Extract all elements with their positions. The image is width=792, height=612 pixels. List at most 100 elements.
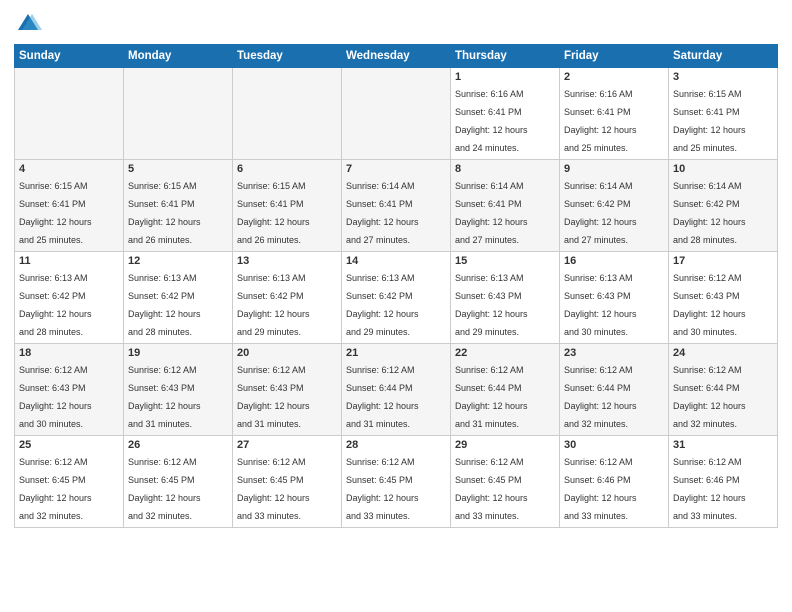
- calendar-cell: 29 Sunrise: 6:12 AM Sunset: 6:45 PM Dayli…: [451, 436, 560, 528]
- day-info: Sunrise: 6:12 AM Sunset: 6:43 PM Dayligh…: [19, 365, 92, 429]
- day-number: 25: [19, 439, 119, 451]
- day-number: 12: [128, 255, 228, 267]
- calendar-week-2: 4 Sunrise: 6:15 AM Sunset: 6:41 PM Daylig…: [15, 160, 778, 252]
- day-info: Sunrise: 6:14 AM Sunset: 6:42 PM Dayligh…: [564, 181, 637, 245]
- day-number: 2: [564, 71, 664, 83]
- day-number: 29: [455, 439, 555, 451]
- day-number: 20: [237, 347, 337, 359]
- day-info: Sunrise: 6:15 AM Sunset: 6:41 PM Dayligh…: [128, 181, 201, 245]
- calendar-cell: 30 Sunrise: 6:12 AM Sunset: 6:46 PM Dayli…: [560, 436, 669, 528]
- day-info: Sunrise: 6:12 AM Sunset: 6:43 PM Dayligh…: [673, 273, 746, 337]
- calendar-cell: 28Sunrise: 6:12 AM Sunset: 6:45 PM Dayli…: [342, 436, 451, 528]
- weekday-header-monday: Monday: [124, 45, 233, 68]
- header: [14, 10, 778, 38]
- day-number: 24: [673, 347, 773, 359]
- calendar-cell: 10Sunrise: 6:14 AM Sunset: 6:42 PM Dayli…: [669, 160, 778, 252]
- day-info: Sunrise: 6:12 AM Sunset: 6:45 PM Dayligh…: [455, 457, 528, 521]
- day-info: Sunrise: 6:15 AM Sunset: 6:41 PM Dayligh…: [673, 89, 746, 153]
- logo: [14, 10, 46, 38]
- day-info: Sunrise: 6:12 AM Sunset: 6:46 PM Dayligh…: [673, 457, 746, 521]
- calendar-cell: 17 Sunrise: 6:12 AM Sunset: 6:43 PM Dayli…: [669, 252, 778, 344]
- calendar-cell: 6 Sunrise: 6:15 AM Sunset: 6:41 PM Daylig…: [233, 160, 342, 252]
- calendar-cell: 23 Sunrise: 6:12 AM Sunset: 6:44 PM Dayli…: [560, 344, 669, 436]
- day-number: 7: [346, 163, 446, 175]
- day-number: 30: [564, 439, 664, 451]
- calendar-cell: 13 Sunrise: 6:13 AM Sunset: 6:42 PM Dayli…: [233, 252, 342, 344]
- calendar-cell: 19 Sunrise: 6:12 AM Sunset: 6:43 PM Dayli…: [124, 344, 233, 436]
- calendar-cell: 7 Sunrise: 6:14 AM Sunset: 6:41 PM Daylig…: [342, 160, 451, 252]
- day-info: Sunrise: 6:15 AM Sunset: 6:41 PM Dayligh…: [19, 181, 92, 245]
- day-info: Sunrise: 6:13 AM Sunset: 6:42 PM Dayligh…: [237, 273, 310, 337]
- day-number: 4: [19, 163, 119, 175]
- day-number: 5: [128, 163, 228, 175]
- day-number: 3: [673, 71, 773, 83]
- day-info: Sunrise: 6:13 AM Sunset: 6:43 PM Dayligh…: [455, 273, 528, 337]
- day-info: Sunrise: 6:13 AM Sunset: 6:42 PM Dayligh…: [19, 273, 92, 337]
- calendar-cell: 9 Sunrise: 6:14 AM Sunset: 6:42 PM Daylig…: [560, 160, 669, 252]
- logo-icon: [14, 10, 42, 38]
- day-info: Sunrise: 6:12 AM Sunset: 6:45 PM Dayligh…: [128, 457, 201, 521]
- day-info: Sunrise: 6:12 AM Sunset: 6:44 PM Dayligh…: [564, 365, 637, 429]
- day-number: 15: [455, 255, 555, 267]
- calendar-week-3: 11Sunrise: 6:13 AM Sunset: 6:42 PM Dayli…: [15, 252, 778, 344]
- weekday-header-sunday: Sunday: [15, 45, 124, 68]
- calendar-cell: 1Sunrise: 6:16 AM Sunset: 6:41 PM Daylig…: [451, 68, 560, 160]
- calendar-cell: 5 Sunrise: 6:15 AM Sunset: 6:41 PM Daylig…: [124, 160, 233, 252]
- calendar-cell: 20 Sunrise: 6:12 AM Sunset: 6:43 PM Dayli…: [233, 344, 342, 436]
- calendar-cell: 14 Sunrise: 6:13 AM Sunset: 6:42 PM Dayli…: [342, 252, 451, 344]
- day-info: Sunrise: 6:12 AM Sunset: 6:43 PM Dayligh…: [128, 365, 201, 429]
- calendar-cell: 15 Sunrise: 6:13 AM Sunset: 6:43 PM Dayli…: [451, 252, 560, 344]
- day-info: Sunrise: 6:15 AM Sunset: 6:41 PM Dayligh…: [237, 181, 310, 245]
- day-number: 31: [673, 439, 773, 451]
- day-number: 16: [564, 255, 664, 267]
- calendar-cell: 12Sunrise: 6:13 AM Sunset: 6:42 PM Dayli…: [124, 252, 233, 344]
- calendar-cell: 3 Sunrise: 6:15 AM Sunset: 6:41 PM Daylig…: [669, 68, 778, 160]
- day-info: Sunrise: 6:14 AM Sunset: 6:41 PM Dayligh…: [346, 181, 419, 245]
- calendar-cell: 8 Sunrise: 6:14 AM Sunset: 6:41 PM Daylig…: [451, 160, 560, 252]
- calendar-week-5: 25 Sunrise: 6:12 AM Sunset: 6:45 PM Dayli…: [15, 436, 778, 528]
- day-info: Sunrise: 6:13 AM Sunset: 6:43 PM Dayligh…: [564, 273, 637, 337]
- calendar-cell: [233, 68, 342, 160]
- day-info: Sunrise: 6:13 AM Sunset: 6:42 PM Dayligh…: [346, 273, 419, 337]
- day-number: 13: [237, 255, 337, 267]
- day-number: 18: [19, 347, 119, 359]
- calendar-cell: 11Sunrise: 6:13 AM Sunset: 6:42 PM Dayli…: [15, 252, 124, 344]
- calendar-cell: [342, 68, 451, 160]
- calendar-cell: 22 Sunrise: 6:12 AM Sunset: 6:44 PM Dayli…: [451, 344, 560, 436]
- calendar-cell: 4 Sunrise: 6:15 AM Sunset: 6:41 PM Daylig…: [15, 160, 124, 252]
- calendar-cell: [124, 68, 233, 160]
- weekday-header-wednesday: Wednesday: [342, 45, 451, 68]
- day-info: Sunrise: 6:12 AM Sunset: 6:44 PM Dayligh…: [346, 365, 419, 429]
- calendar-week-4: 18 Sunrise: 6:12 AM Sunset: 6:43 PM Dayli…: [15, 344, 778, 436]
- weekday-header-saturday: Saturday: [669, 45, 778, 68]
- day-number: 14: [346, 255, 446, 267]
- day-info: Sunrise: 6:12 AM Sunset: 6:45 PM Dayligh…: [19, 457, 92, 521]
- day-info: Sunrise: 6:16 AM Sunset: 6:41 PM Dayligh…: [564, 89, 637, 153]
- day-number: 9: [564, 163, 664, 175]
- calendar-week-1: 1Sunrise: 6:16 AM Sunset: 6:41 PM Daylig…: [15, 68, 778, 160]
- calendar-cell: 25 Sunrise: 6:12 AM Sunset: 6:45 PM Dayli…: [15, 436, 124, 528]
- day-number: 10: [673, 163, 773, 175]
- day-info: Sunrise: 6:12 AM Sunset: 6:45 PM Dayligh…: [237, 457, 310, 521]
- weekday-header-tuesday: Tuesday: [233, 45, 342, 68]
- day-info: Sunrise: 6:12 AM Sunset: 6:44 PM Dayligh…: [673, 365, 746, 429]
- day-info: Sunrise: 6:12 AM Sunset: 6:44 PM Dayligh…: [455, 365, 528, 429]
- calendar-cell: 31 Sunrise: 6:12 AM Sunset: 6:46 PM Dayli…: [669, 436, 778, 528]
- day-number: 17: [673, 255, 773, 267]
- day-info: Sunrise: 6:12 AM Sunset: 6:46 PM Dayligh…: [564, 457, 637, 521]
- day-number: 22: [455, 347, 555, 359]
- day-info: Sunrise: 6:12 AM Sunset: 6:45 PM Dayligh…: [346, 457, 419, 521]
- day-number: 8: [455, 163, 555, 175]
- day-number: 19: [128, 347, 228, 359]
- day-number: 27: [237, 439, 337, 451]
- day-info: Sunrise: 6:12 AM Sunset: 6:43 PM Dayligh…: [237, 365, 310, 429]
- calendar-cell: 16 Sunrise: 6:13 AM Sunset: 6:43 PM Dayli…: [560, 252, 669, 344]
- day-number: 6: [237, 163, 337, 175]
- calendar-cell: 26Sunrise: 6:12 AM Sunset: 6:45 PM Dayli…: [124, 436, 233, 528]
- weekday-header-thursday: Thursday: [451, 45, 560, 68]
- day-info: Sunrise: 6:14 AM Sunset: 6:41 PM Dayligh…: [455, 181, 528, 245]
- calendar-cell: [15, 68, 124, 160]
- page: SundayMondayTuesdayWednesdayThursdayFrid…: [0, 0, 792, 612]
- calendar-cell: 27 Sunrise: 6:12 AM Sunset: 6:45 PM Dayli…: [233, 436, 342, 528]
- day-number: 23: [564, 347, 664, 359]
